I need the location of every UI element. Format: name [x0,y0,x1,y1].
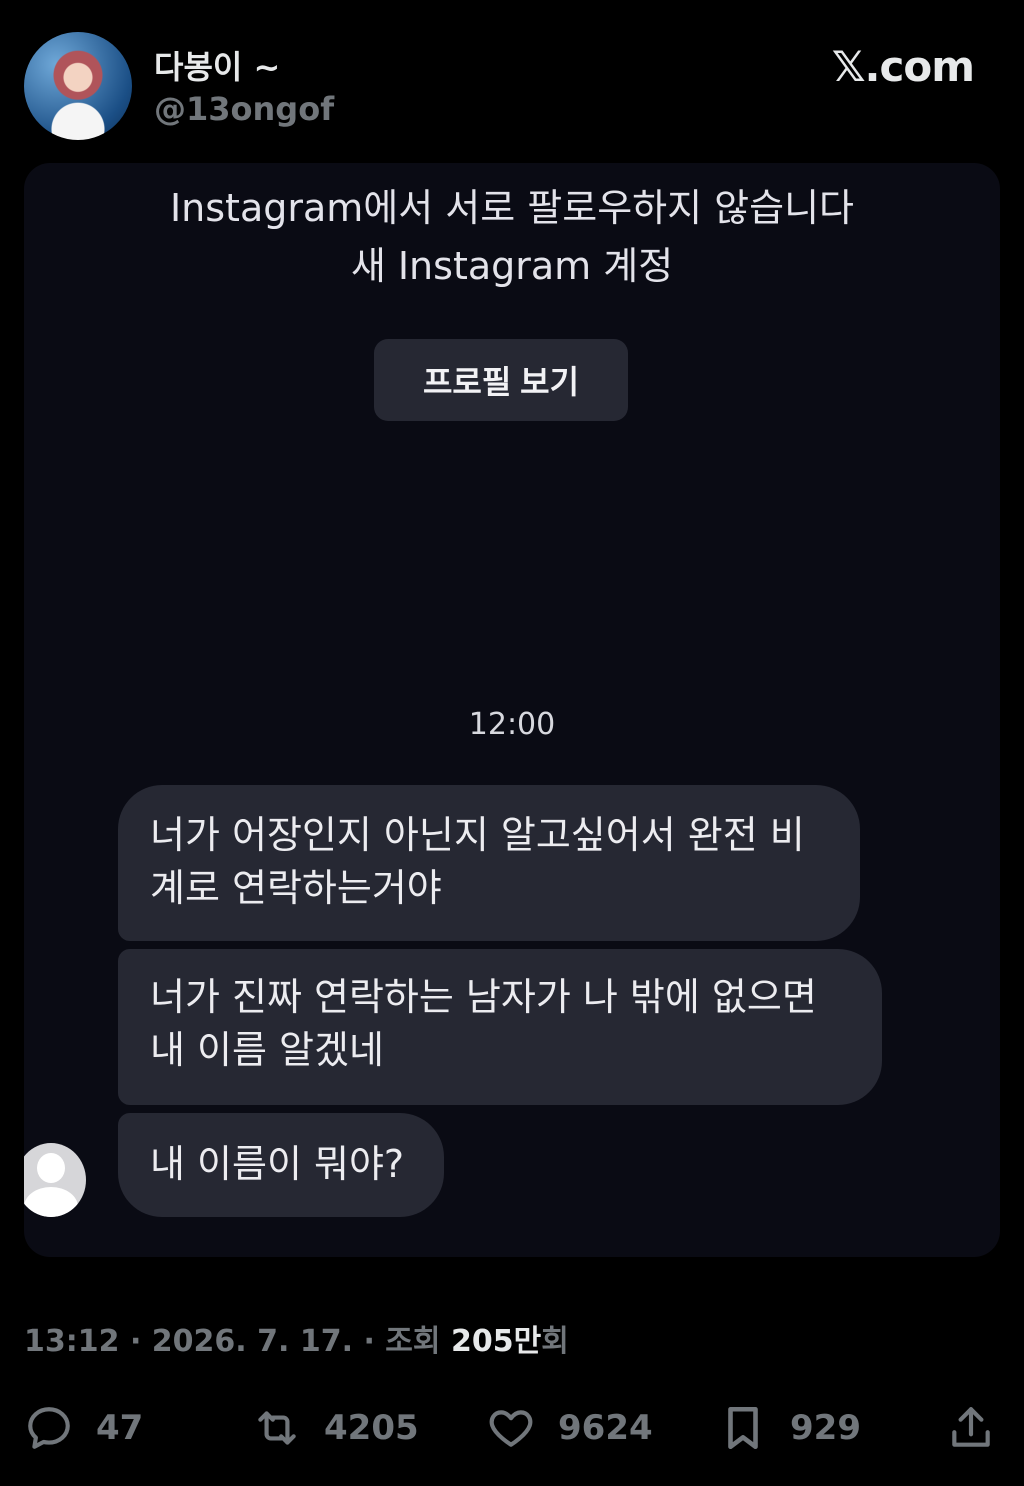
like-button[interactable]: 9624 [486,1398,653,1458]
reply-icon [28,1407,70,1449]
views-unit: 회 [541,1324,569,1359]
tweet-time[interactable]: 13:12 [24,1324,120,1359]
message-bubble-3: 내 이름이 뭐야? [118,1113,444,1217]
message-time: 12:00 [468,707,556,742]
meta-separator: · [129,1324,152,1359]
notice-line-2: 새 Instagram 계정 [350,244,674,288]
share-button[interactable] [946,1398,996,1458]
bookmark-icon [728,1406,758,1450]
tweet-media-image[interactable]: Instagram에서 서로 팔로우하지 않습니다 새 Instagram 계정… [24,163,1000,1257]
message-bubble-2: 너가 진짜 연락하는 남자가 나 밖에 없으면 내 이름 알겠네 [118,949,882,1105]
tweet-header: 다봉이 ~ @13ongof 𝕏.com [24,32,1000,142]
sender-avatar [24,1143,86,1217]
tweet-actions: 47 4205 9624 929 [24,1398,1000,1458]
message-bubble-1: 너가 어장인지 아닌지 알고싶어서 완전 비계로 연락하는거야 [118,785,860,941]
views-count: 205만 [450,1324,542,1359]
views-label: 조회 [385,1324,441,1359]
meta-separator: · [363,1324,386,1359]
bookmark-count: 929 [790,1408,861,1448]
author-handle[interactable]: @13ongof [154,90,334,128]
x-logo: 𝕏.com [831,42,975,91]
author-display-name[interactable]: 다봉이 ~ [154,42,280,88]
repost-count: 4205 [324,1408,419,1448]
tweet-date[interactable]: 2026. 7. 17. [152,1324,353,1359]
like-icon [489,1410,533,1447]
view-profile-button[interactable]: 프로필 보기 [374,339,628,421]
repost-button[interactable]: 4205 [252,1398,419,1458]
bookmark-button[interactable]: 929 [718,1398,861,1458]
share-icon [952,1407,990,1447]
notice-line-1: Instagram에서 서로 팔로우하지 않습니다 [169,186,855,230]
author-avatar[interactable] [24,32,132,140]
repost-icon [258,1411,296,1445]
tweet-meta: 13:12 · 2026. 7. 17. · 조회 205만회 [24,1316,569,1360]
reply-count: 47 [96,1408,144,1448]
like-count: 9624 [558,1408,653,1448]
reply-button[interactable]: 47 [24,1398,143,1458]
